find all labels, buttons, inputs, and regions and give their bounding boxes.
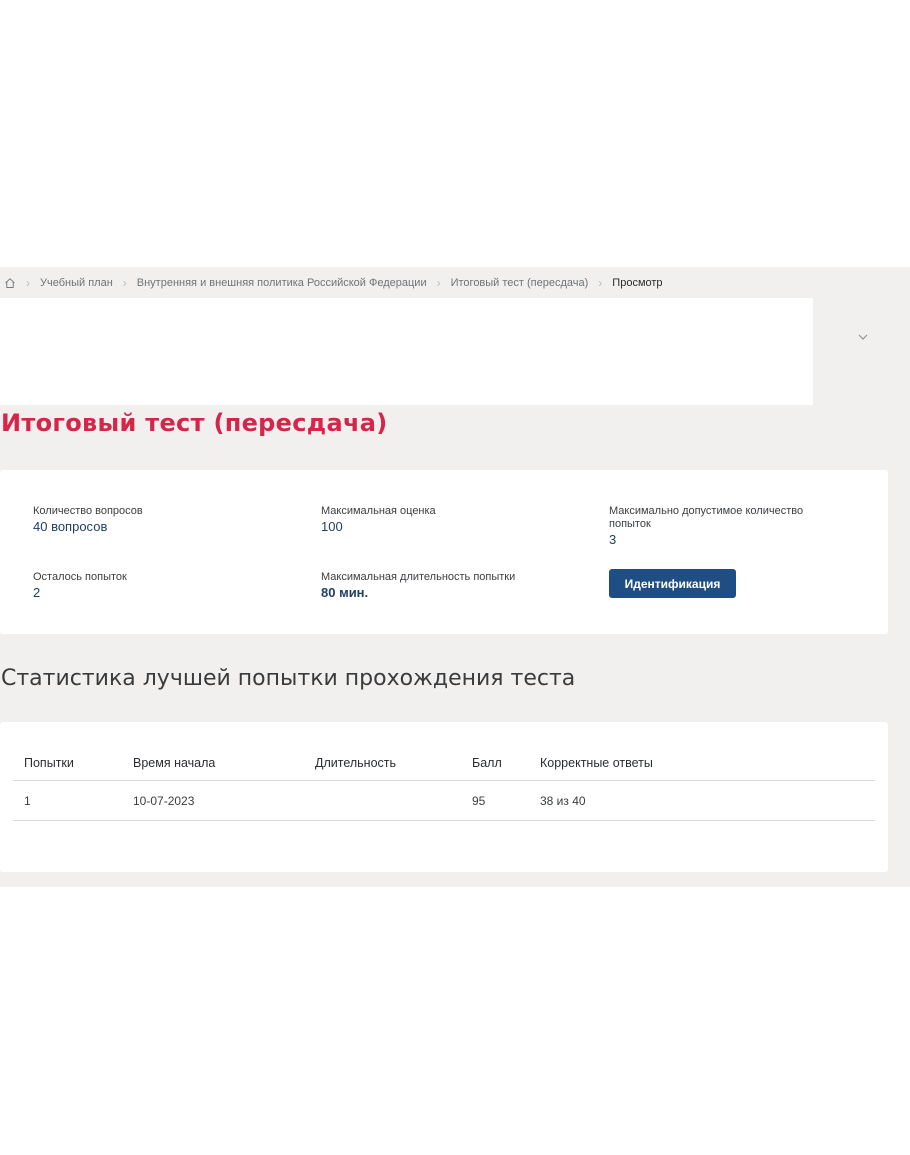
chevron-right-icon: › xyxy=(598,276,603,290)
column-header-duration: Длительность xyxy=(315,746,472,781)
test-info-card: Количество вопросов 40 вопросов Максимал… xyxy=(0,470,888,634)
breadcrumb-item-course[interactable]: Внутренняя и внешняя политика Российской… xyxy=(137,277,427,289)
column-header-attempts: Попытки xyxy=(13,746,133,781)
collapsible-panel xyxy=(0,298,813,405)
chevron-right-icon: › xyxy=(26,276,30,290)
chevron-down-icon[interactable] xyxy=(856,329,870,340)
info-label: Максимально допустимое количество попыто… xyxy=(609,505,804,530)
column-header-start-time: Время начала xyxy=(133,746,315,781)
column-header-score: Балл xyxy=(472,746,540,781)
stats-table: Попытки Время начала Длительность Балл К… xyxy=(13,746,875,821)
cell-score: 95 xyxy=(472,780,540,821)
info-max-attempts: Максимально допустимое количество попыто… xyxy=(609,505,824,547)
breadcrumb-item-view: Просмотр xyxy=(612,277,663,289)
cell-correct: 38 из 40 xyxy=(540,780,875,821)
cell-start-time: 10-07-2023 xyxy=(133,780,315,821)
chevron-right-icon: › xyxy=(436,276,441,290)
stats-card: Попытки Время начала Длительность Балл К… xyxy=(0,722,888,872)
info-label: Максимальная длительность попытки xyxy=(321,571,516,583)
column-header-correct: Корректные ответы xyxy=(540,746,875,781)
info-label: Максимальная оценка xyxy=(321,505,436,517)
breadcrumb-item-curriculum[interactable]: Учебный план xyxy=(40,277,113,289)
info-value: 40 вопросов xyxy=(33,519,108,534)
info-value: 3 xyxy=(609,532,617,547)
info-questions: Количество вопросов 40 вопросов xyxy=(33,505,283,534)
stats-section-title: Статистика лучшей попытки прохождения те… xyxy=(1,666,576,691)
cell-attempt: 1 xyxy=(13,780,133,821)
breadcrumb: › Учебный план › Внутренняя и внешняя по… xyxy=(4,276,663,290)
info-label: Количество вопросов xyxy=(33,505,143,517)
info-max-duration: Максимальная длительность попытки 80 мин… xyxy=(321,571,571,600)
breadcrumb-item-test[interactable]: Итоговый тест (пересдача) xyxy=(451,277,589,289)
info-remaining-attempts: Осталось попыток 2 xyxy=(33,571,283,600)
info-value: 80 мин. xyxy=(321,585,369,600)
identification-button[interactable]: Идентификация xyxy=(609,569,736,598)
info-max-score: Максимальная оценка 100 xyxy=(321,505,571,534)
page-title: Итоговый тест (пересдача) xyxy=(1,409,388,437)
info-label: Осталось попыток xyxy=(33,571,127,583)
info-value: 100 xyxy=(321,519,343,534)
table-header-row: Попытки Время начала Длительность Балл К… xyxy=(13,746,875,781)
lms-page: › Учебный план › Внутренняя и внешняя по… xyxy=(0,267,910,887)
chevron-right-icon: › xyxy=(122,276,127,290)
home-icon[interactable] xyxy=(4,277,16,289)
cell-duration xyxy=(315,780,472,821)
table-row: 1 10-07-2023 95 38 из 40 xyxy=(13,780,875,821)
info-value: 2 xyxy=(33,585,41,600)
